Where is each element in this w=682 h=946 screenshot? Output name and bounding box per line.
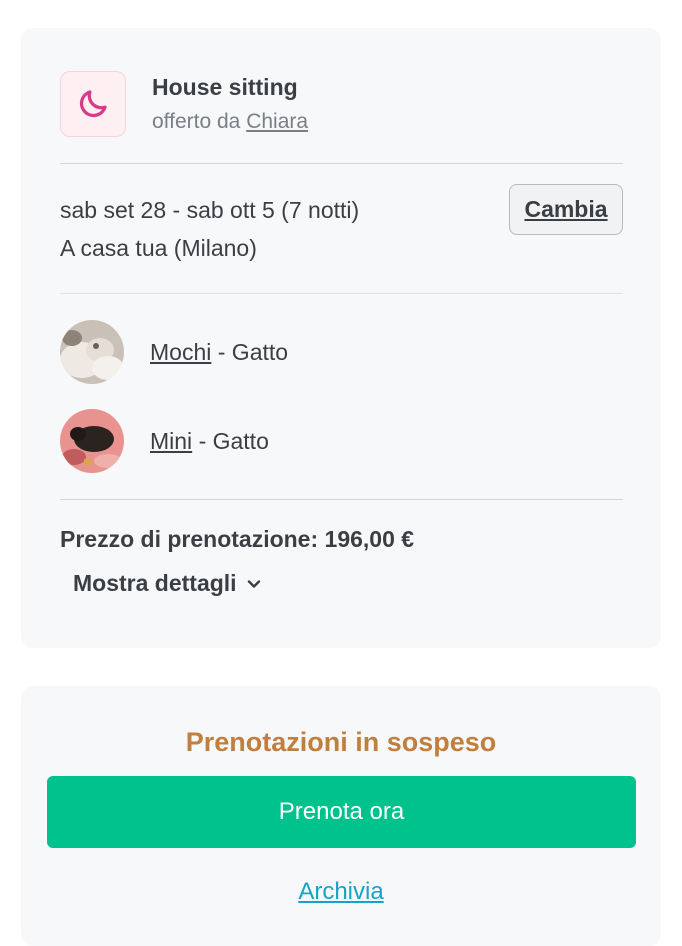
offered-by-prefix: offerto da xyxy=(152,110,241,133)
service-offered-by: offerto da Chiara xyxy=(152,107,308,137)
moon-icon xyxy=(79,90,107,118)
pet-avatar[interactable] xyxy=(60,320,124,384)
service-header: House sitting offerto da Chiara xyxy=(60,71,308,137)
pet-label: Mini - Gatto xyxy=(150,428,269,455)
pet-type: - Gatto xyxy=(217,338,289,365)
pending-title: Prenotazioni in sospeso xyxy=(185,727,497,757)
pet-item: Mini - Gatto xyxy=(60,409,269,473)
book-now-button[interactable]: Prenota ora xyxy=(47,776,636,848)
show-details-toggle[interactable]: Mostra dettagli xyxy=(73,570,261,597)
pet-name-link[interactable]: Mochi xyxy=(150,339,211,365)
service-title: House sitting xyxy=(152,74,298,100)
pending-bookings-card: Prenotazioni in sospeso Prenota ora Arch… xyxy=(21,686,661,946)
divider xyxy=(60,163,623,164)
pet-item: Mochi - Gatto xyxy=(60,320,288,384)
pet-label: Mochi - Gatto xyxy=(150,339,288,366)
pet-avatar[interactable] xyxy=(60,409,124,473)
pet-name-link[interactable]: Mini xyxy=(150,428,192,454)
pet-type: - Gatto xyxy=(198,427,269,454)
change-button[interactable]: Cambia xyxy=(509,184,623,235)
booking-summary-card: House sitting offerto da Chiara sab set … xyxy=(21,28,661,648)
service-icon-box xyxy=(60,71,126,137)
booking-dates: sab set 28 - sab ott 5 (7 notti) xyxy=(60,197,360,223)
divider xyxy=(60,499,623,500)
show-details-label: Mostra dettagli xyxy=(73,570,237,596)
secondary-action-link[interactable]: Archivia xyxy=(21,878,661,906)
chevron-down-icon xyxy=(247,579,260,588)
sitter-name-link[interactable]: Chiara xyxy=(246,110,308,133)
booking-price: Prezzo di prenotazione: 196,00 € xyxy=(60,526,415,552)
divider xyxy=(60,293,623,294)
booking-location: A casa tua (Milano) xyxy=(60,235,257,261)
